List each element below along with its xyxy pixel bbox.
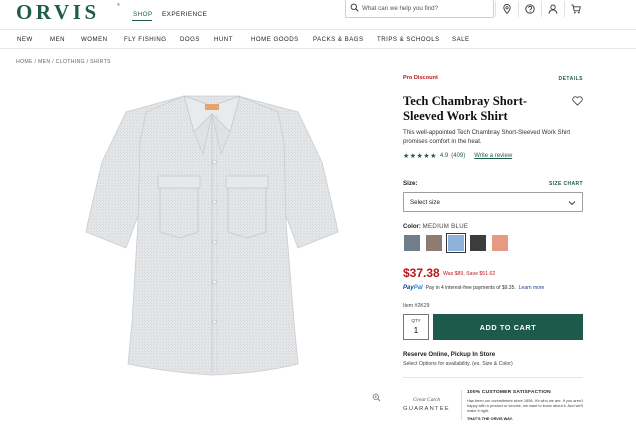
rating-row: ★★★★★ 4.9 (409) Write a review bbox=[403, 152, 512, 160]
quantity-value[interactable]: 1 bbox=[404, 325, 428, 335]
guarantee-heading: 100% CUSTOMER SATISFACTION bbox=[467, 390, 551, 395]
color-swatches bbox=[403, 233, 509, 253]
nav-home-goods[interactable]: HOME GOODS bbox=[251, 36, 299, 43]
zoom-icon[interactable] bbox=[372, 393, 381, 402]
add-to-cart-button[interactable]: ADD TO CART bbox=[433, 314, 583, 340]
item-number: Item #2K29 bbox=[403, 303, 430, 309]
rating-value: 4.9 bbox=[439, 153, 449, 159]
paypal-logo: PayPal bbox=[403, 285, 423, 291]
size-select[interactable]: Select size bbox=[403, 192, 583, 212]
promo-label: Pro Discount bbox=[403, 75, 438, 81]
nav-fly-fishing[interactable]: FLY FISHING bbox=[124, 36, 167, 43]
cart-icon bbox=[571, 4, 581, 14]
color-label-row: Color: MEDIUM BLUE bbox=[403, 223, 468, 230]
guarantee-separator bbox=[461, 390, 462, 420]
active-tab-indicator bbox=[132, 20, 152, 21]
product-description: This well-appointed Tech Chambray Short-… bbox=[403, 129, 571, 145]
swatch-medium-blue[interactable] bbox=[446, 233, 466, 253]
reserve-title: Reserve Online, Pickup In Store bbox=[403, 351, 496, 358]
size-chart-link[interactable]: SIZE CHART bbox=[549, 181, 583, 187]
quantity-label: QTY bbox=[411, 318, 421, 323]
size-select-value: Select size bbox=[410, 199, 440, 206]
nav-new[interactable]: NEW bbox=[17, 36, 33, 43]
search-input[interactable] bbox=[362, 3, 490, 14]
help-icon bbox=[524, 4, 535, 14]
nav-dogs[interactable]: DOGS bbox=[180, 36, 200, 43]
guarantee-logo: Great Catch GUARANTEE bbox=[403, 397, 450, 412]
learn-more-link[interactable]: Learn more bbox=[519, 285, 545, 291]
reserve-subtitle: Select Options for availability. (ex. Si… bbox=[403, 361, 513, 367]
paypal-text: Pay in 4 interest-free payments of $9.35… bbox=[425, 285, 516, 291]
product-image[interactable] bbox=[16, 72, 384, 408]
search-icon bbox=[350, 3, 359, 12]
nav-trips-schools[interactable]: TRIPS & SCHOOLS bbox=[377, 36, 440, 43]
tab-experience[interactable]: EXPERIENCE bbox=[162, 11, 207, 18]
star-rating[interactable]: ★★★★★ bbox=[403, 152, 437, 160]
registered-mark: ® bbox=[117, 2, 120, 7]
category-nav: NEW MEN WOMEN FLY FISHING DOGS HUNT HOME… bbox=[0, 31, 636, 49]
nav-sale[interactable]: SALE bbox=[452, 36, 470, 43]
chevron-down-icon bbox=[568, 201, 576, 206]
sale-price: $37.38 bbox=[403, 266, 440, 280]
account-button[interactable] bbox=[541, 1, 563, 17]
tab-shop[interactable]: SHOP bbox=[133, 11, 153, 18]
heart-icon[interactable] bbox=[572, 96, 583, 106]
write-review-link[interactable]: Write a review bbox=[474, 153, 512, 159]
nav-hunt[interactable]: HUNT bbox=[214, 36, 233, 43]
cart-button[interactable] bbox=[564, 1, 586, 17]
nav-packs-bags[interactable]: PACKS & BAGS bbox=[313, 36, 364, 43]
orvis-logo[interactable]: ORVIS bbox=[16, 0, 100, 25]
search-box[interactable] bbox=[345, 0, 494, 18]
location-icon bbox=[502, 4, 511, 14]
site-header: ORVIS ® SHOP EXPERIENCE bbox=[0, 0, 636, 30]
was-price: Was $89, Save $51.62 bbox=[443, 271, 496, 277]
review-count[interactable]: (409) bbox=[451, 153, 465, 159]
divider bbox=[403, 377, 583, 378]
nav-women[interactable]: WOMEN bbox=[81, 36, 108, 43]
color-label: Color: bbox=[403, 223, 421, 230]
account-icon bbox=[548, 4, 557, 14]
size-label: Size: bbox=[403, 180, 418, 187]
guarantee-tagline: THAT'S THE ORVIS WAY. bbox=[467, 416, 513, 421]
product-title: Tech Chambray Short-Sleeved Work Shirt bbox=[403, 94, 528, 123]
selected-color: MEDIUM BLUE bbox=[422, 223, 469, 230]
guarantee-text: Has been our commitment since 1856. It's… bbox=[467, 398, 584, 413]
paypal-row: PayPal Pay in 4 interest-free payments o… bbox=[403, 285, 544, 291]
swatch-coral[interactable] bbox=[491, 234, 509, 252]
details-link[interactable]: DETAILS bbox=[558, 76, 583, 82]
swatch-taupe[interactable] bbox=[425, 234, 443, 252]
store-locator-button[interactable] bbox=[495, 1, 517, 17]
quantity-field[interactable]: QTY 1 bbox=[403, 314, 429, 340]
nav-men[interactable]: MEN bbox=[50, 36, 65, 43]
breadcrumb[interactable]: HOME / MEN / CLOTHING / SHIRTS bbox=[16, 59, 111, 65]
shirt-illustration bbox=[85, 95, 339, 376]
swatch-slate[interactable] bbox=[403, 234, 421, 252]
swatch-charcoal[interactable] bbox=[469, 234, 487, 252]
help-button[interactable] bbox=[518, 1, 540, 17]
